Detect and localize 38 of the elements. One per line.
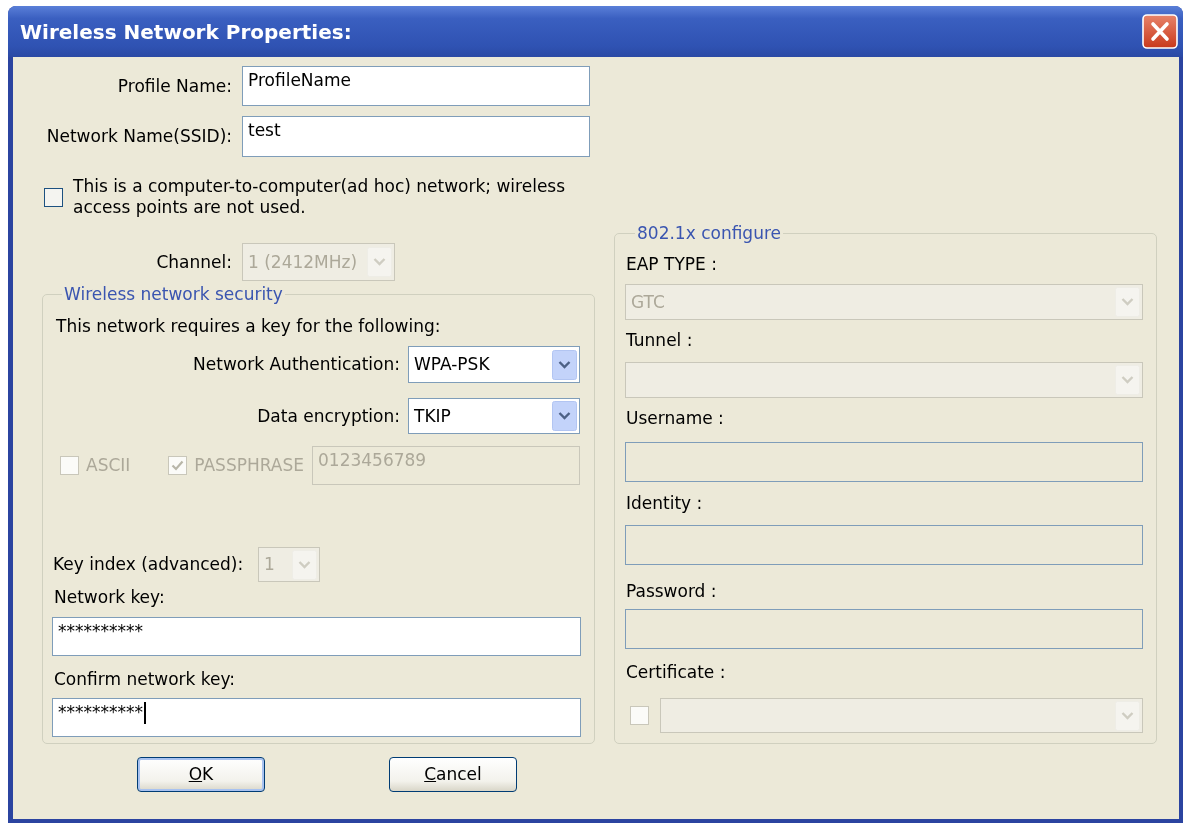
text-field[interactable]: test <box>242 116 590 157</box>
chevron-down-icon <box>1115 700 1140 731</box>
text-field[interactable]: ProfileName <box>242 66 590 106</box>
field-label: Confirm network key: <box>53 669 237 690</box>
field-label: Network key: <box>53 587 166 608</box>
dropdown[interactable]: TKIP <box>408 398 580 434</box>
field-label: Profile Name: <box>116 75 232 97</box>
field-label: Tunnel : <box>625 330 694 351</box>
field-label: Identity : <box>625 493 704 514</box>
password-field[interactable]: ********** <box>52 617 581 656</box>
close-icon[interactable] <box>1142 14 1178 49</box>
password-field[interactable]: ********** <box>52 698 581 737</box>
field-label: Certificate : <box>625 662 727 683</box>
ok-button[interactable]: OK <box>137 757 265 792</box>
chevron-down-icon <box>367 247 392 277</box>
field-label: Username : <box>625 408 725 429</box>
checkbox-label: ASCII <box>86 455 131 476</box>
field-label: Password : <box>625 581 718 602</box>
instruction-text: This network requires a key for the following: <box>55 316 442 337</box>
dropdown[interactable]: WPA-PSK <box>408 346 580 383</box>
group-title: 802.1x configure <box>636 224 782 242</box>
field-label: Data encryption: <box>257 405 400 427</box>
window-title: Wireless Network Properties: <box>20 19 352 44</box>
checkbox-label: This is a computer-to-computer(ad hoc) network; wireless access points are not used. <box>73 176 567 218</box>
field-label: EAP TYPE : <box>625 254 718 275</box>
chevron-down-icon <box>1115 365 1140 395</box>
field-label: Network Name(SSID): <box>45 126 232 147</box>
cancel-button[interactable]: Cancel <box>389 757 517 792</box>
chevron-down-icon <box>1115 287 1140 317</box>
chevron-down-icon <box>552 349 577 380</box>
field-label: Network Authentication: <box>193 354 400 375</box>
group-title: Wireless network security <box>63 285 284 303</box>
chevron-down-icon <box>552 401 577 431</box>
field-label: Channel: <box>155 251 232 273</box>
field-label: Key index (advanced): <box>52 554 245 575</box>
checkbox[interactable] <box>44 187 63 207</box>
chevron-down-icon <box>292 549 317 580</box>
checkbox-label: PASSPHRASE <box>194 455 305 476</box>
